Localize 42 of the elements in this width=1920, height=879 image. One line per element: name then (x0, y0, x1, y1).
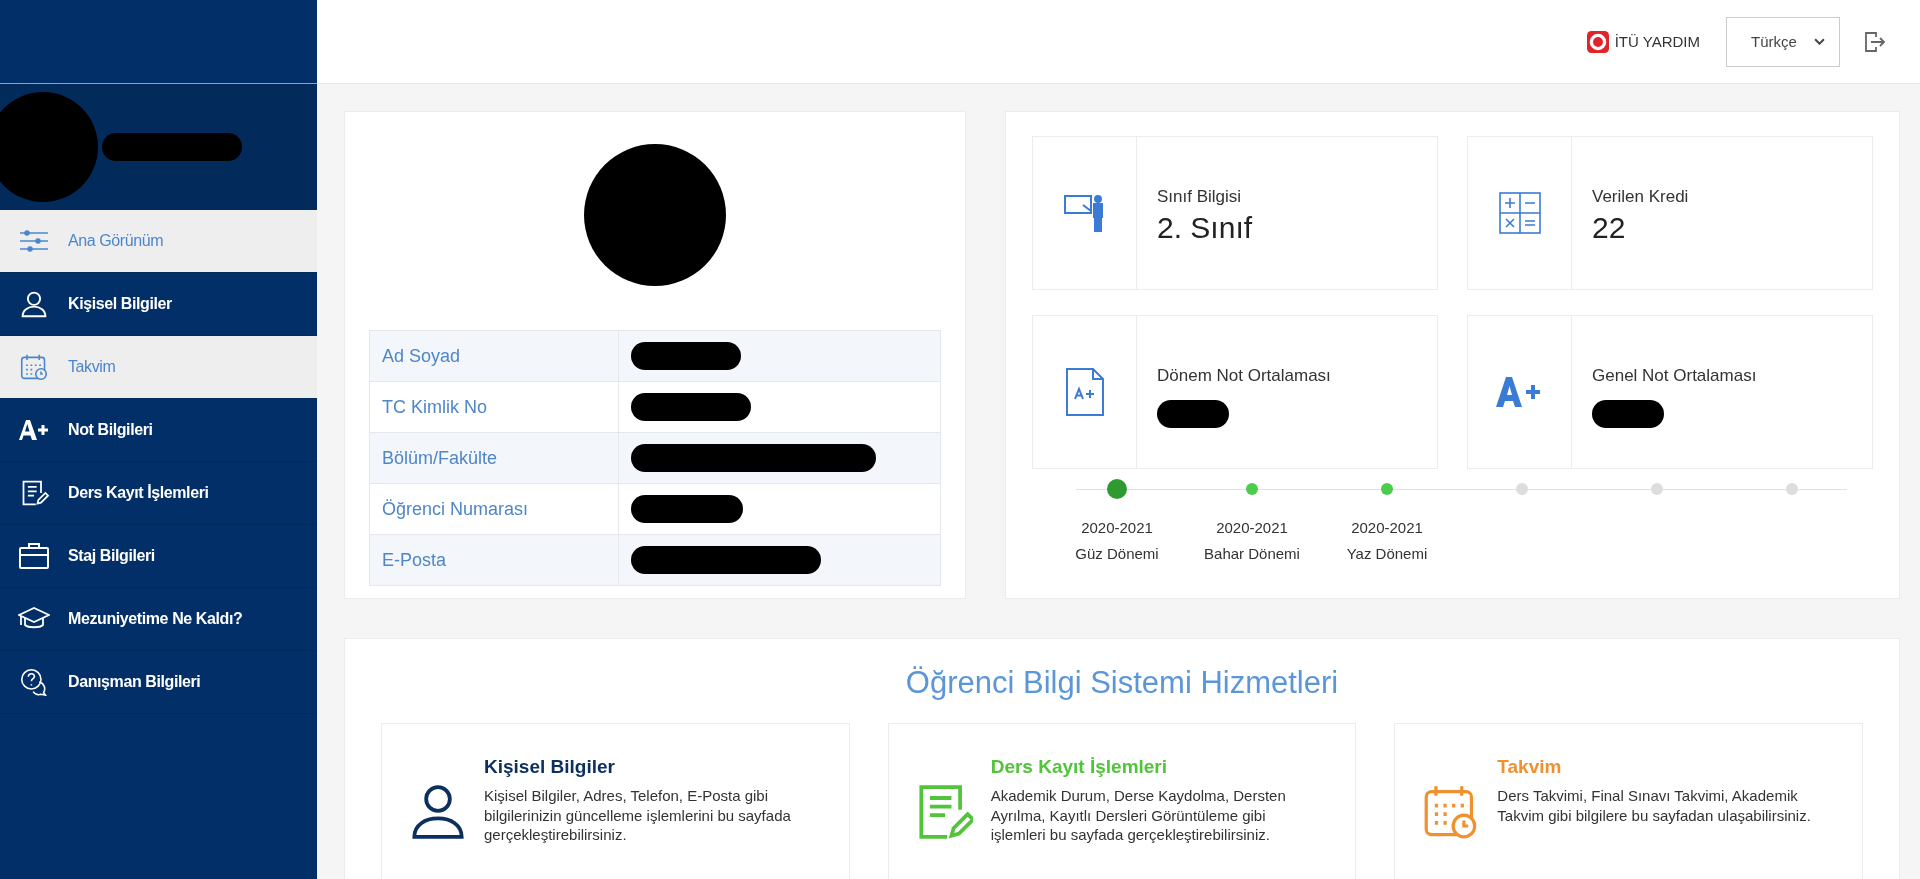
field-label: Ad Soyad (369, 330, 619, 382)
stat-value: 2. Sınıf (1157, 211, 1253, 245)
stat-label: Verilen Kredi (1592, 187, 1689, 207)
stat-value: 22 (1592, 211, 1627, 245)
sidebar-item[interactable]: Danışman Bilgileri (0, 651, 317, 714)
service-description: Akademik Durum, Derse Kaydolma, Dersten Ayrılma, Kayıtlı Dersleri Görüntüleme gibi işlemleri bu sayfada gerçekleştirebilirsiniz. (990, 786, 1287, 845)
term-label: 2020-2021 Bahar Dönemi (1204, 518, 1300, 565)
service-title: Kişisel Bilgiler (484, 756, 616, 778)
lifebuoy-icon (1586, 30, 1609, 53)
term-label: 2020-2021 Yaz Dönemi (1346, 518, 1428, 565)
calendar-icon (18, 353, 50, 381)
field-label: TC Kimlik No (369, 381, 619, 433)
briefcase-icon (18, 542, 50, 570)
sidebar-item[interactable]: Mezuniyetime Ne Kaldı? (0, 588, 317, 651)
sidebar-item[interactable]: Not Bilgileri (0, 399, 317, 462)
sidebar-item[interactable]: Staj Bilgileri (0, 525, 317, 588)
chevron-down-icon (1814, 38, 1825, 45)
grade-document-icon (1064, 367, 1105, 417)
section-title: Öğrenci Bilgi Sistemi Hizmetleri (904, 665, 1340, 701)
service-title: Takvim (1497, 756, 1563, 778)
service-description: Kişisel Bilgiler, Adres, Telefon, E-Posta gibi bilgilerinizin güncelleme işlemlerini bu sayfada gerçekleştirebilirsiniz. (484, 786, 792, 845)
logout-icon[interactable] (1864, 30, 1886, 53)
redaction-mark (1592, 400, 1664, 428)
term-label: 2020-2021 Güz Dönemi (1075, 518, 1159, 565)
field-label: Bölüm/Fakülte (369, 432, 619, 484)
field-label: E-Posta (369, 534, 619, 586)
stat-label: Genel Not Ortalaması (1592, 366, 1757, 386)
service-description: Ders Takvimi, Final Sınavı Takvimi, Akademik Takvim gibi bilgilere bu sayfadan ulaşabilirsiniz. (1497, 786, 1812, 825)
service-card[interactable]: Ders Kayıt İşlemleri Akademik Durum, Derse Kaydolma, Dersten Ayrılma, Kayıtlı Dersleri Görüntüleme gibi işlemleri bu sayfada gerçekleştirebilirsiniz. (887, 723, 1357, 879)
service-card[interactable]: Takvim Ders Takvimi, Final Sınavı Takvimi, Akademik Takvim gibi bilgilere bu sayfadan ulaşabilirsiniz. (1394, 723, 1863, 879)
calculator-icon (1497, 191, 1542, 235)
stat-label: Sınıf Bilgisi (1157, 187, 1243, 207)
question-bubble-icon (18, 668, 50, 696)
language-select[interactable]: Türkçe (1726, 16, 1840, 67)
service-card[interactable]: Kişisel Bilgiler Kişisel Bilgiler, Adres, Telefon, E-Posta gibi bilgilerinizin güncelleme işlemlerini bu sayfada gerçekleştirebilirsiniz. (381, 723, 850, 879)
redaction-mark (1157, 400, 1229, 428)
help-link[interactable]: İTÜ YARDIM (1586, 30, 1700, 53)
service-title: Ders Kayıt İşlemleri (990, 756, 1169, 778)
sidebar-item[interactable]: Ders Kayıt İşlemleri (0, 462, 317, 525)
sliders-icon (18, 227, 50, 255)
field-label: Öğrenci Numarası (369, 483, 619, 535)
stat-label: Dönem Not Ortalaması (1157, 366, 1331, 386)
